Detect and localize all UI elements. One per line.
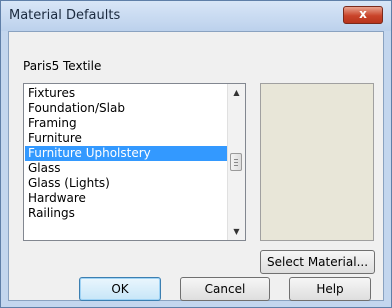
material-category-list[interactable]: Fixtures Foundation/Slab Framing Furnitu… bbox=[23, 83, 246, 241]
close-button[interactable]: x bbox=[343, 6, 383, 24]
list-item-furniture-upholstery[interactable]: Furniture Upholstery bbox=[25, 146, 228, 161]
title-bar[interactable]: Material Defaults x bbox=[1, 1, 391, 31]
material-defaults-dialog: Material Defaults x Paris5 Textile Fixtu… bbox=[0, 0, 392, 308]
grip-line bbox=[234, 165, 238, 166]
cancel-button[interactable]: Cancel bbox=[180, 277, 270, 301]
grip-line bbox=[234, 162, 238, 163]
material-name-label: Paris5 Textile bbox=[23, 59, 102, 73]
material-preview-swatch bbox=[260, 83, 374, 241]
scroll-down-icon[interactable]: ▼ bbox=[228, 223, 245, 240]
ok-button[interactable]: OK bbox=[79, 277, 161, 301]
list-item-furniture[interactable]: Furniture bbox=[25, 131, 228, 146]
select-material-button[interactable]: Select Material... bbox=[260, 250, 375, 274]
list-item-framing[interactable]: Framing bbox=[25, 116, 228, 131]
list-item-glass-lights[interactable]: Glass (Lights) bbox=[25, 176, 228, 191]
list-item-glass[interactable]: Glass bbox=[25, 161, 228, 176]
dialog-body: Paris5 Textile Fixtures Foundation/Slab … bbox=[8, 31, 384, 301]
scroll-thumb[interactable] bbox=[230, 153, 242, 171]
help-button[interactable]: Help bbox=[289, 277, 371, 301]
scroll-up-icon[interactable]: ▲ bbox=[228, 84, 245, 101]
list-item-fixtures[interactable]: Fixtures bbox=[25, 86, 228, 101]
dialog-title: Material Defaults bbox=[9, 8, 121, 23]
list-item-hardware[interactable]: Hardware bbox=[25, 191, 228, 206]
list-item-railings[interactable]: Railings bbox=[25, 206, 228, 221]
list-scrollbar[interactable]: ▲ ▼ bbox=[227, 84, 245, 240]
grip-line bbox=[234, 159, 238, 160]
list-item-foundation-slab[interactable]: Foundation/Slab bbox=[25, 101, 228, 116]
